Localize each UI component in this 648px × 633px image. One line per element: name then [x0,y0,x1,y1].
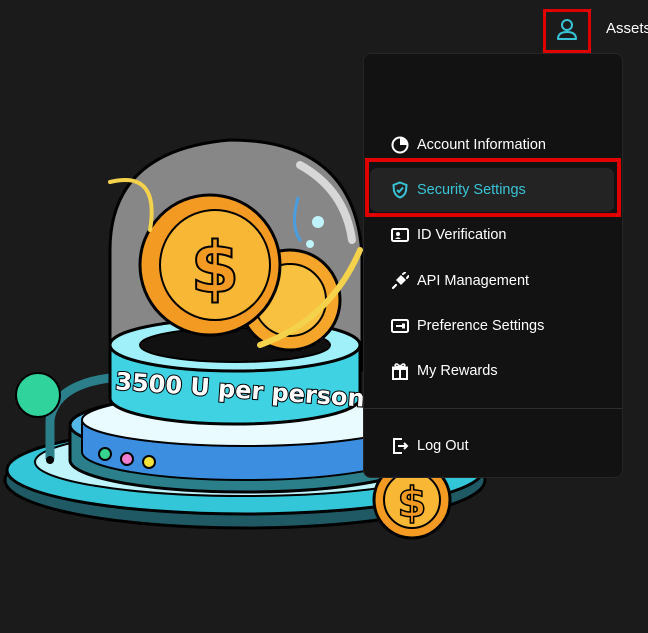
settings-toggle-icon [391,319,409,333]
menu-item-my-rewards[interactable]: My Rewards [391,359,611,383]
menu-item-log-out[interactable]: Log Out [391,434,611,458]
assets-link[interactable]: Assets [606,20,648,37]
user-icon [556,17,578,46]
menu-item-label: Log Out [417,438,469,454]
svg-text:$: $ [191,227,240,309]
menu-item-account-information[interactable]: Account Information [391,133,611,157]
menu-item-api-management[interactable]: API Management [391,269,611,293]
menu-item-preference-settings[interactable]: Preference Settings [391,314,611,338]
menu-item-label: My Rewards [417,363,498,379]
menu-item-label: Account Information [417,137,546,153]
security-settings-highlight [365,158,621,217]
menu-item-label: API Management [417,273,530,289]
menu-item-id-verification[interactable]: ID Verification [391,223,611,247]
menu-item-label: ID Verification [417,227,507,243]
user-account-button[interactable] [543,9,591,53]
menu-divider [364,408,622,409]
id-card-icon [391,228,409,242]
gift-icon [392,363,408,380]
pie-chart-icon [391,136,409,154]
plug-icon [391,272,409,290]
logout-icon [393,438,409,454]
menu-item-label: Preference Settings [417,318,545,334]
account-dropdown-menu: Account Information Security Settings ID… [363,53,623,478]
svg-text:$: $ [397,478,426,527]
